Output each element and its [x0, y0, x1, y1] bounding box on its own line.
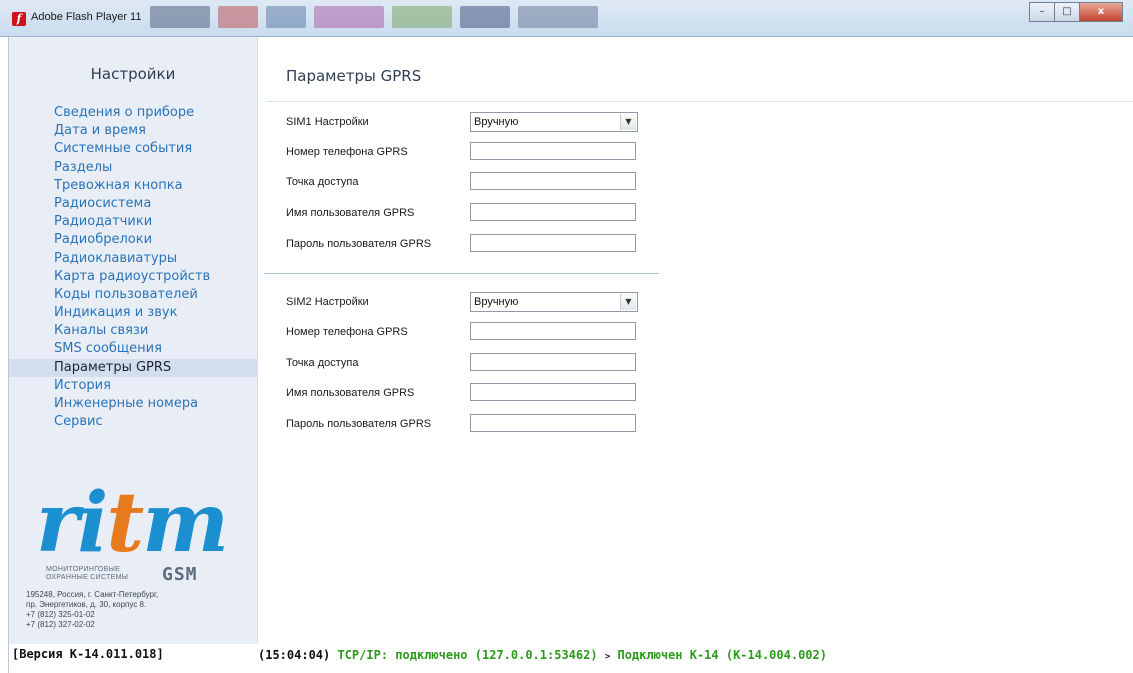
sidebar-item-user-codes[interactable]: Коды пользователей — [9, 286, 257, 304]
sim2-password-input[interactable] — [470, 414, 636, 432]
sidebar-nav: Сведения о приборе Дата и время Системны… — [9, 104, 257, 431]
sidebar-item-radio-device-map[interactable]: Карта радиоустройств — [9, 268, 257, 286]
chevron-down-icon[interactable]: ▼ — [620, 294, 636, 310]
sidebar-item-radio-keypads[interactable]: Радиоклавиатуры — [9, 250, 257, 268]
sidebar-item-engineer-numbers[interactable]: Инженерные номера — [9, 395, 257, 413]
status-device: Подключен К-14 (К-14.004.002) — [617, 648, 827, 662]
blurred-taskbar-background — [150, 6, 670, 30]
sidebar-item-radio-system[interactable]: Радиосистема — [9, 195, 257, 213]
sidebar: Настройки Сведения о приборе Дата и врем… — [9, 37, 258, 661]
sim2-apn-label: Точка доступа — [286, 357, 359, 369]
sim1-settings-value: Вручную — [474, 116, 519, 128]
sidebar-item-indication-sound[interactable]: Индикация и звук — [9, 304, 257, 322]
sidebar-item-system-events[interactable]: Системные события — [9, 140, 257, 158]
sim1-apn-input[interactable] — [470, 172, 636, 190]
sim2-password-label: Пароль пользователя GPRS — [286, 418, 432, 430]
ritm-logo: ritm МОНИТОРИНГОВЫЕ ОХРАННЫЕ СИСТЕМЫ GSM — [36, 482, 251, 590]
sim1-password-input[interactable] — [470, 234, 636, 252]
sim2-settings-label: SIM2 Настройки — [286, 296, 369, 308]
sim1-user-input[interactable] — [470, 203, 636, 221]
section-divider — [264, 273, 659, 274]
sim1-user-label: Имя пользователя GPRS — [286, 207, 415, 219]
main-panel: Параметры GPRS SIM1 Настройки Вручную ▼ … — [258, 37, 1133, 644]
window-titlebar: f Adobe Flash Player 11 – □ x — [0, 0, 1133, 37]
chevron-down-icon[interactable]: ▼ — [620, 114, 636, 130]
status-arrow-icon: > — [604, 652, 611, 662]
status-bar: (15:04:04) TCP/IP: подключено (127.0.0.1… — [258, 644, 1133, 670]
sidebar-item-partitions[interactable]: Разделы — [9, 159, 257, 177]
sidebar-item-device-info[interactable]: Сведения о приборе — [9, 104, 257, 122]
sim1-phone-label: Номер телефона GPRS — [286, 146, 408, 158]
sidebar-item-history[interactable]: История — [9, 377, 257, 395]
sim2-settings-dropdown[interactable]: Вручную ▼ — [470, 292, 638, 312]
flash-player-icon: f — [12, 12, 26, 26]
sim2-user-input[interactable] — [470, 383, 636, 401]
sidebar-item-comm-channels[interactable]: Каналы связи — [9, 322, 257, 340]
sidebar-title: Настройки — [90, 65, 176, 83]
sim2-phone-input[interactable] — [470, 322, 636, 340]
sidebar-item-radio-keyfobs[interactable]: Радиобрелоки — [9, 231, 257, 249]
sim1-phone-input[interactable] — [470, 142, 636, 160]
sim1-password-label: Пароль пользователя GPRS — [286, 238, 432, 250]
sim1-settings-label: SIM1 Настройки — [286, 116, 369, 128]
logo-subtitle: МОНИТОРИНГОВЫЕ ОХРАННЫЕ СИСТЕМЫ — [46, 566, 129, 581]
sidebar-item-service[interactable]: Сервис — [9, 413, 257, 431]
close-button[interactable]: x — [1079, 2, 1123, 22]
sim2-settings-value: Вручную — [474, 296, 519, 308]
sim2-apn-input[interactable] — [470, 353, 636, 371]
maximize-button[interactable]: □ — [1054, 2, 1080, 22]
window-title: Adobe Flash Player 11 — [31, 11, 142, 23]
window-controls: – □ x — [1029, 2, 1123, 22]
status-time: (15:04:04) — [258, 648, 331, 662]
sidebar-item-panic-button[interactable]: Тревожная кнопка — [9, 177, 257, 195]
logo-gsm: GSM — [162, 564, 198, 585]
logo-wordmark: ritm — [36, 475, 229, 571]
sidebar-item-radio-sensors[interactable]: Радиодатчики — [9, 213, 257, 231]
sidebar-item-gprs-settings[interactable]: Параметры GPRS — [9, 358, 257, 377]
sim1-apn-label: Точка доступа — [286, 176, 359, 188]
sim1-settings-dropdown[interactable]: Вручную ▼ — [470, 112, 638, 132]
company-address: 195248, Россия, г. Санкт-Петербург, пр. … — [26, 590, 159, 629]
status-connection: TCP/IP: подключено (127.0.0.1:53462) — [337, 648, 598, 662]
title-divider — [266, 101, 1133, 102]
version-label: [Версия К-14.011.018] — [12, 647, 164, 661]
sidebar-item-date-time[interactable]: Дата и время — [9, 122, 257, 140]
sim2-user-label: Имя пользователя GPRS — [286, 387, 415, 399]
sim2-phone-label: Номер телефона GPRS — [286, 326, 408, 338]
app-frame: Настройки Сведения о приборе Дата и врем… — [8, 37, 1133, 673]
page-title: Параметры GPRS — [286, 67, 422, 85]
sidebar-item-sms-messages[interactable]: SMS сообщения — [9, 340, 257, 358]
minimize-button[interactable]: – — [1029, 2, 1055, 22]
